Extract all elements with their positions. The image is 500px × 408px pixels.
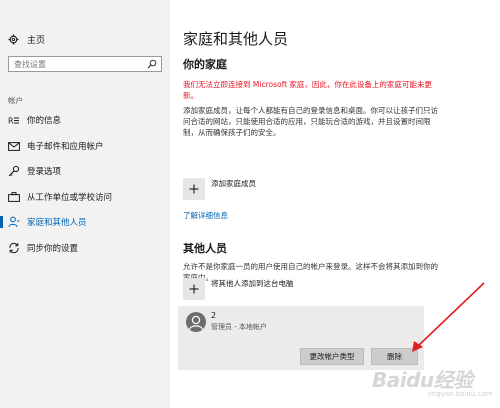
sidebar-item-label: 登录选项: [27, 167, 62, 177]
add-family-member-button[interactable]: 添加家庭成员: [183, 178, 256, 200]
mail-icon: [8, 140, 20, 152]
family-description: 添加家庭成员，让每个人都能有自己的登录信息和桌面。你可以让孩子们只访问合适的网站…: [183, 106, 438, 137]
sidebar-item-email-accounts[interactable]: 电子邮件和应用帐户: [0, 136, 170, 156]
briefcase-icon: [8, 191, 20, 203]
add-other-person-label: 将其他人添加到这台电脑: [211, 278, 294, 288]
watermark: Baidu经验 jingyan.baidu.com: [372, 362, 498, 404]
sidebar-item-family-other[interactable]: 家庭和其他人员: [0, 212, 170, 232]
user-account-card[interactable]: 2 管理员 - 本地帐户 更改帐户类型 删除: [178, 306, 424, 370]
sidebar-item-label: 同步你的设置: [27, 244, 79, 254]
user-name: 2: [211, 311, 217, 320]
key-icon: [8, 165, 20, 177]
person-card-icon: R: [8, 114, 20, 126]
family-heading: 你的家庭: [183, 58, 227, 71]
page-title: 家庭和其他人员: [183, 30, 289, 48]
watermark-url: jingyan.baidu.com: [428, 390, 493, 398]
search-icon[interactable]: [147, 59, 157, 69]
search-placeholder: 查找设置: [14, 59, 46, 69]
plus-icon: [183, 278, 205, 300]
sidebar-section-label: 帐户: [8, 96, 23, 105]
gear-icon: [8, 34, 19, 45]
add-family-member-label: 添加家庭成员: [211, 178, 256, 188]
sidebar-item-label: 你的信息: [27, 116, 62, 126]
sidebar-item-sync-settings[interactable]: 同步你的设置: [0, 238, 170, 258]
active-indicator: [0, 216, 3, 228]
search-input[interactable]: 查找设置: [8, 56, 162, 72]
svg-text:R: R: [8, 117, 14, 126]
nav-home[interactable]: 主页: [8, 33, 45, 46]
person-icon: [8, 216, 20, 228]
sidebar-item-label: 从工作单位或学校访问: [27, 193, 113, 203]
change-account-type-button[interactable]: 更改帐户类型: [300, 348, 364, 365]
nav-home-label: 主页: [27, 36, 46, 46]
user-role: 管理员 - 本地帐户: [211, 323, 267, 331]
avatar: [186, 312, 206, 332]
sidebar: 主页 查找设置 帐户 R 你的信息 电子邮件和应用帐户 登录选项 从工作单位或学…: [0, 0, 170, 408]
sidebar-item-sign-in-options[interactable]: 登录选项: [0, 161, 170, 181]
watermark-brand: Baidu经验: [372, 368, 473, 392]
sidebar-item-label: 电子邮件和应用帐户: [27, 142, 104, 152]
learn-more-link[interactable]: 了解详细信息: [183, 210, 228, 221]
sidebar-item-work-school[interactable]: 从工作单位或学校访问: [0, 187, 170, 207]
sidebar-item-label: 家庭和其他人员: [27, 218, 87, 228]
sidebar-item-your-info[interactable]: R 你的信息: [0, 110, 170, 130]
add-other-person-button[interactable]: 将其他人添加到这台电脑: [183, 278, 294, 300]
others-heading: 其他人员: [183, 242, 227, 255]
family-warning: 我们无法立即连接到 Microsoft 家庭，因此，你在此设备上的家庭可能未更新…: [183, 80, 432, 100]
sync-icon: [8, 242, 20, 254]
plus-icon: [183, 178, 205, 200]
